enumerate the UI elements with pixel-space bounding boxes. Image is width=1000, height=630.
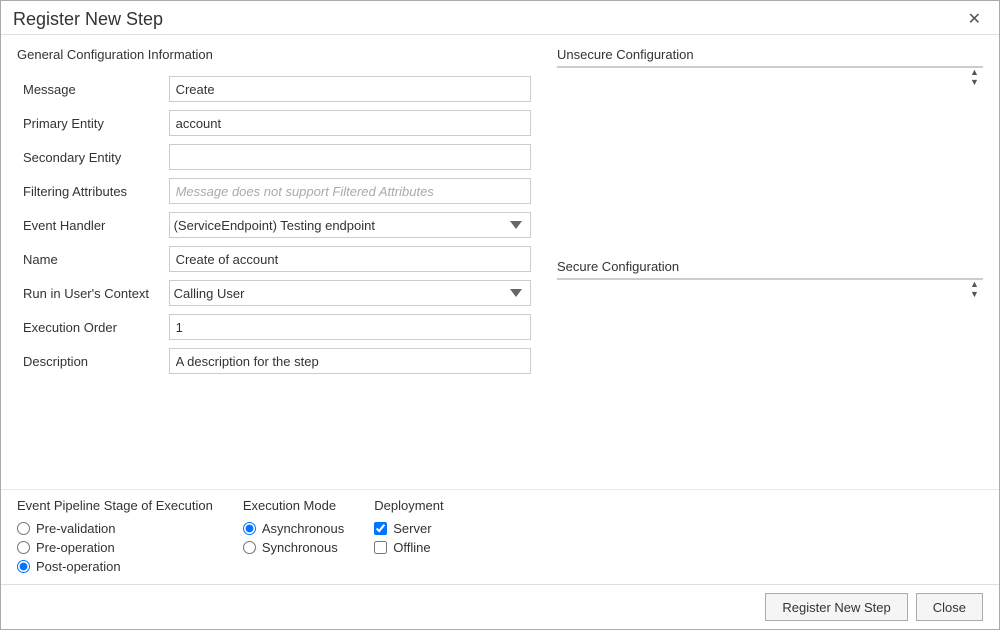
title-bar: Register New Step ✕ bbox=[1, 1, 999, 35]
event-handler-row: Event Handler (ServiceEndpoint) Testing … bbox=[17, 208, 537, 242]
name-row: Name bbox=[17, 242, 537, 276]
deployment-title: Deployment bbox=[374, 498, 443, 513]
pipeline-prevalidation[interactable]: Pre-validation bbox=[17, 521, 213, 536]
pipeline-section: Event Pipeline Stage of Execution Pre-va… bbox=[17, 498, 213, 574]
secure-scroll-down[interactable]: ▼ bbox=[967, 289, 983, 299]
event-handler-select[interactable]: (ServiceEndpoint) Testing endpoint bbox=[169, 212, 531, 238]
filtering-attributes-label: Filtering Attributes bbox=[17, 174, 163, 208]
primary-entity-label: Primary Entity bbox=[17, 106, 163, 140]
main-content: General Configuration Information Messag… bbox=[1, 35, 999, 489]
deployment-offline[interactable]: Offline bbox=[374, 540, 443, 555]
run-in-context-select[interactable]: Calling User bbox=[169, 280, 531, 306]
description-label: Description bbox=[17, 344, 163, 378]
run-in-context-label: Run in User's Context bbox=[17, 276, 163, 310]
event-handler-label: Event Handler bbox=[17, 208, 163, 242]
deployment-server-label: Server bbox=[393, 521, 431, 536]
register-new-step-dialog: Register New Step ✕ General Configuratio… bbox=[0, 0, 1000, 630]
form-table: Message Primary Entity Secondary Entity bbox=[17, 72, 537, 378]
secure-scroll-up[interactable]: ▲ bbox=[967, 279, 983, 289]
deployment-server[interactable]: Server bbox=[374, 521, 443, 536]
pipeline-radio-group: Pre-validation Pre-operation Post-operat… bbox=[17, 521, 213, 574]
execution-order-input[interactable] bbox=[169, 314, 531, 340]
pipeline-title: Event Pipeline Stage of Execution bbox=[17, 498, 213, 513]
primary-entity-input[interactable] bbox=[169, 110, 531, 136]
pipeline-prevalidation-radio[interactable] bbox=[17, 522, 30, 535]
exec-mode-sync-label: Synchronous bbox=[262, 540, 338, 555]
exec-mode-async-label: Asynchronous bbox=[262, 521, 344, 536]
unsecure-scroll-up[interactable]: ▲ bbox=[967, 67, 983, 77]
secure-config-title: Secure Configuration bbox=[557, 259, 983, 274]
general-config-title: General Configuration Information bbox=[17, 47, 537, 62]
name-label: Name bbox=[17, 242, 163, 276]
exec-mode-async[interactable]: Asynchronous bbox=[243, 521, 344, 536]
unsecure-config-box: ▲ ▼ bbox=[557, 66, 983, 68]
unsecure-config-section: Unsecure Configuration ▲ ▼ bbox=[557, 47, 983, 247]
unsecure-config-title: Unsecure Configuration bbox=[557, 47, 983, 62]
filtering-attributes-row: Filtering Attributes bbox=[17, 174, 537, 208]
secondary-entity-row: Secondary Entity bbox=[17, 140, 537, 174]
message-label: Message bbox=[17, 72, 163, 106]
deployment-offline-checkbox[interactable] bbox=[374, 541, 387, 554]
left-panel: General Configuration Information Messag… bbox=[17, 47, 537, 477]
name-input[interactable] bbox=[169, 246, 531, 272]
message-input[interactable] bbox=[169, 76, 531, 102]
exec-mode-section: Execution Mode Asynchronous Synchronous bbox=[243, 498, 344, 574]
bottom-columns: Event Pipeline Stage of Execution Pre-va… bbox=[17, 498, 983, 574]
pipeline-postoperation-label: Post-operation bbox=[36, 559, 121, 574]
execution-order-label: Execution Order bbox=[17, 310, 163, 344]
secure-config-section: Secure Configuration ▲ ▼ bbox=[557, 259, 983, 439]
description-row: Description bbox=[17, 344, 537, 378]
deployment-section: Deployment Server Offline bbox=[374, 498, 443, 574]
unsecure-scroll-down[interactable]: ▼ bbox=[967, 77, 983, 87]
pipeline-postoperation-radio[interactable] bbox=[17, 560, 30, 573]
dialog-title: Register New Step bbox=[13, 9, 163, 30]
bottom-section: Event Pipeline Stage of Execution Pre-va… bbox=[1, 489, 999, 584]
pipeline-postoperation[interactable]: Post-operation bbox=[17, 559, 213, 574]
right-panel: Unsecure Configuration ▲ ▼ Secure Config… bbox=[537, 47, 983, 477]
exec-mode-async-radio[interactable] bbox=[243, 522, 256, 535]
secondary-entity-label: Secondary Entity bbox=[17, 140, 163, 174]
filtering-attributes-input[interactable] bbox=[169, 178, 531, 204]
exec-mode-sync[interactable]: Synchronous bbox=[243, 540, 344, 555]
dialog-body: General Configuration Information Messag… bbox=[1, 35, 999, 629]
execution-order-row: Execution Order bbox=[17, 310, 537, 344]
exec-mode-sync-radio[interactable] bbox=[243, 541, 256, 554]
pipeline-preoperation[interactable]: Pre-operation bbox=[17, 540, 213, 555]
deployment-server-checkbox[interactable] bbox=[374, 522, 387, 535]
footer: Register New Step Close bbox=[1, 584, 999, 629]
pipeline-preoperation-radio[interactable] bbox=[17, 541, 30, 554]
deployment-checkbox-group: Server Offline bbox=[374, 521, 443, 555]
secondary-entity-input[interactable] bbox=[169, 144, 531, 170]
deployment-offline-label: Offline bbox=[393, 540, 430, 555]
secure-config-box: ▲ ▼ bbox=[557, 278, 983, 280]
description-input[interactable] bbox=[169, 348, 531, 374]
pipeline-prevalidation-label: Pre-validation bbox=[36, 521, 116, 536]
close-x-button[interactable]: ✕ bbox=[962, 10, 987, 30]
message-row: Message bbox=[17, 72, 537, 106]
close-button[interactable]: Close bbox=[916, 593, 983, 621]
primary-entity-row: Primary Entity bbox=[17, 106, 537, 140]
pipeline-preoperation-label: Pre-operation bbox=[36, 540, 115, 555]
exec-mode-title: Execution Mode bbox=[243, 498, 344, 513]
exec-mode-radio-group: Asynchronous Synchronous bbox=[243, 521, 344, 555]
run-in-context-row: Run in User's Context Calling User bbox=[17, 276, 537, 310]
register-new-step-button[interactable]: Register New Step bbox=[765, 593, 907, 621]
